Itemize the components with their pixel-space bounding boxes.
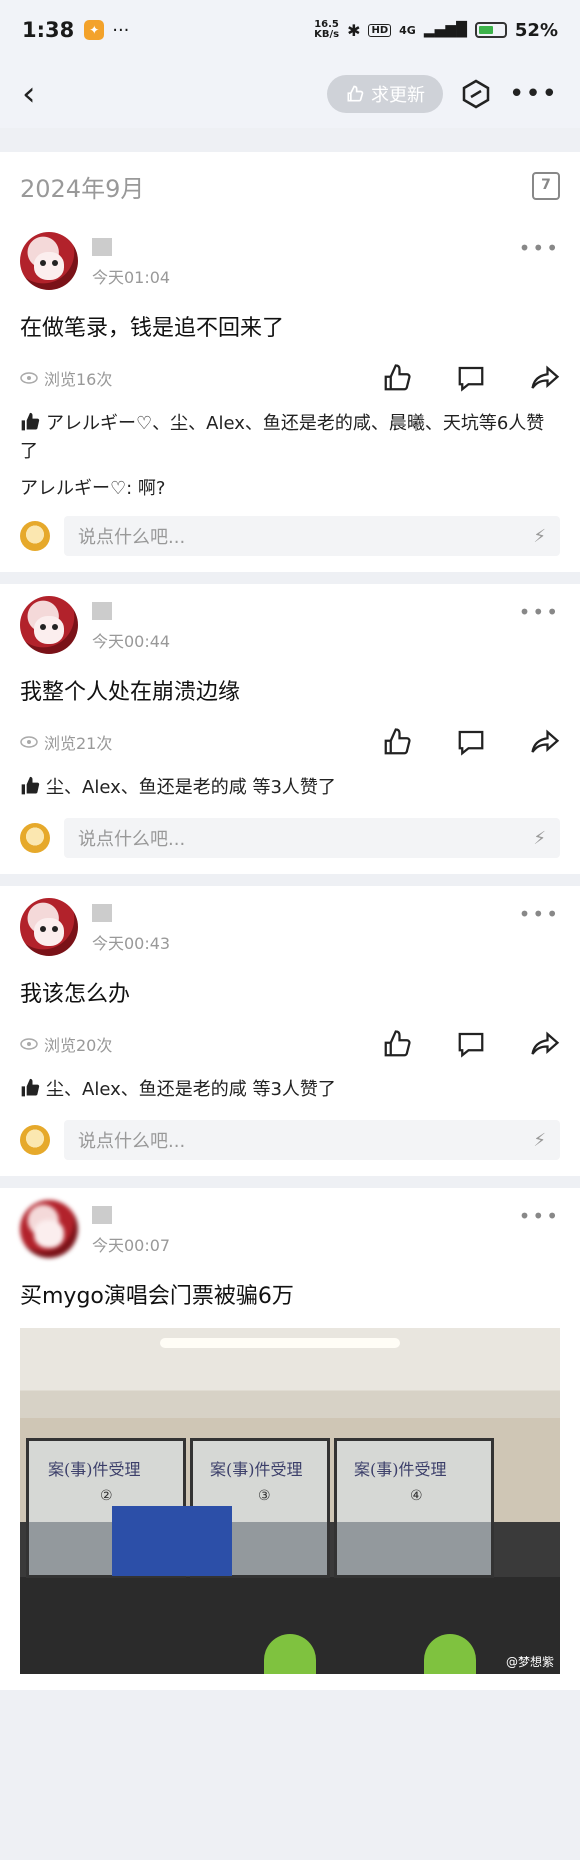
- eye-icon: [20, 1038, 38, 1050]
- app-notification-icon: ✦: [84, 20, 105, 40]
- post-more-icon[interactable]: •••: [519, 1204, 560, 1228]
- emoji-icon[interactable]: ⚡: [533, 828, 546, 849]
- thumb-up-filled-icon: [21, 776, 40, 795]
- calendar-icon[interactable]: 7: [532, 172, 560, 200]
- likes-line: アレルギー♡、尘、Alex、鱼还是老的咸、晨曦、天坑等6人赞了: [20, 412, 545, 462]
- comment-input[interactable]: 说点什么吧... ⚡: [64, 516, 560, 556]
- like-icon[interactable]: [382, 1029, 412, 1059]
- eye-icon: [20, 736, 38, 748]
- comment-icon[interactable]: [456, 727, 486, 757]
- thumb-up-filled-icon: [21, 412, 40, 431]
- more-menu-button[interactable]: •••: [509, 79, 558, 109]
- likes-line: 尘、Alex、鱼还是老的咸 等3人赞了: [20, 774, 560, 802]
- thumb-up-icon: [347, 85, 364, 102]
- username-redacted: [92, 1206, 112, 1224]
- back-button[interactable]: ‹: [22, 77, 62, 111]
- post-time: 今天00:44: [92, 632, 171, 651]
- reply-user[interactable]: アレルギー♡: [20, 478, 126, 499]
- post-1: 今天01:04 ••• 在做笔录，钱是追不回来了 浏览16次 アレルギー♡、尘、…: [0, 220, 580, 572]
- username-redacted: [92, 238, 112, 256]
- battery-icon: [474, 22, 507, 38]
- hd-badge: HD: [368, 23, 392, 37]
- reply-line: アレルギー♡: 啊?: [20, 478, 166, 499]
- top-nav: ‹ 求更新 •••: [0, 60, 580, 128]
- view-count: 浏览21次: [20, 730, 112, 754]
- thumb-up-filled-icon: [21, 1078, 40, 1097]
- my-avatar: [20, 521, 50, 551]
- date-label: 2024年9月: [20, 174, 145, 203]
- status-more: ···: [112, 19, 130, 41]
- eye-icon: [20, 372, 38, 384]
- share-icon[interactable]: [530, 363, 560, 393]
- post-4: 今天00:07 ••• 买mygo演唱会门票被骗6万 案(事)件受理 案(事)件…: [0, 1188, 580, 1690]
- share-icon[interactable]: [530, 727, 560, 757]
- post-2: 今天00:44 ••• 我整个人处在崩溃边缘 浏览21次 尘、Alex、鱼还是老…: [0, 584, 580, 874]
- avatar-blurred[interactable]: [20, 1200, 78, 1258]
- comment-icon[interactable]: [456, 1029, 486, 1059]
- watermark: @梦想紫: [505, 1655, 554, 1669]
- request-update-label: 求更新: [370, 85, 425, 106]
- post-time: 今天00:43: [92, 934, 171, 953]
- post-text: 在做笔录，钱是追不回来了: [20, 316, 285, 341]
- net-speed: 16.5 KB/s: [314, 19, 340, 40]
- post-text: 我整个人处在崩溃边缘: [20, 680, 241, 705]
- feed: 2024年9月 7 今天01:04 ••• 在做笔录，钱是追不回来了 浏览16次: [0, 128, 580, 1690]
- username-redacted: [92, 904, 112, 922]
- network-label: 4G: [399, 23, 416, 37]
- post-time: 今天00:07: [92, 1236, 171, 1255]
- post-3: 今天00:43 ••• 我该怎么办 浏览20次 尘、Alex、鱼还是老的咸 等3…: [0, 886, 580, 1176]
- avatar[interactable]: [20, 596, 78, 654]
- bluetooth-icon: ✱: [347, 20, 361, 40]
- likes-line: 尘、Alex、鱼还是老的咸 等3人赞了: [20, 1076, 560, 1104]
- my-avatar: [20, 823, 50, 853]
- status-bar: 1:38 ✦ ··· 16.5 KB/s ✱ HD 4G ▂▄▆█ 52%: [0, 0, 580, 60]
- view-count: 浏览16次: [20, 366, 112, 390]
- hexagon-icon[interactable]: [461, 79, 491, 109]
- post-text: 买mygo演唱会门票被骗6万: [20, 1284, 294, 1309]
- username-redacted: [92, 602, 112, 620]
- emoji-icon[interactable]: ⚡: [533, 1130, 546, 1151]
- comment-icon[interactable]: [456, 363, 486, 393]
- post-more-icon[interactable]: •••: [519, 600, 560, 624]
- view-count: 浏览20次: [20, 1032, 112, 1056]
- signal-icon: ▂▄▆█: [423, 22, 467, 38]
- like-icon[interactable]: [382, 727, 412, 757]
- post-photo[interactable]: 案(事)件受理 案(事)件受理 案(事)件受理 ② ③ ④ @梦想紫: [20, 1328, 560, 1674]
- post-text: 我该怎么办: [20, 982, 131, 1007]
- post-time: 今天01:04: [92, 268, 171, 287]
- post-more-icon[interactable]: •••: [519, 902, 560, 926]
- request-update-button[interactable]: 求更新: [326, 75, 443, 113]
- avatar[interactable]: [20, 232, 78, 290]
- my-avatar: [20, 1125, 50, 1155]
- comment-input[interactable]: 说点什么吧... ⚡: [64, 1120, 560, 1160]
- avatar[interactable]: [20, 898, 78, 956]
- police-poster: [112, 1506, 232, 1576]
- battery-percent: 52%: [514, 19, 558, 41]
- comment-input[interactable]: 说点什么吧... ⚡: [64, 818, 560, 858]
- date-header: 2024年9月 7: [0, 152, 580, 220]
- emoji-icon[interactable]: ⚡: [533, 526, 546, 547]
- like-icon[interactable]: [382, 363, 412, 393]
- status-time: 1:38: [22, 18, 75, 42]
- share-icon[interactable]: [530, 1029, 560, 1059]
- post-more-icon[interactable]: •••: [519, 236, 560, 260]
